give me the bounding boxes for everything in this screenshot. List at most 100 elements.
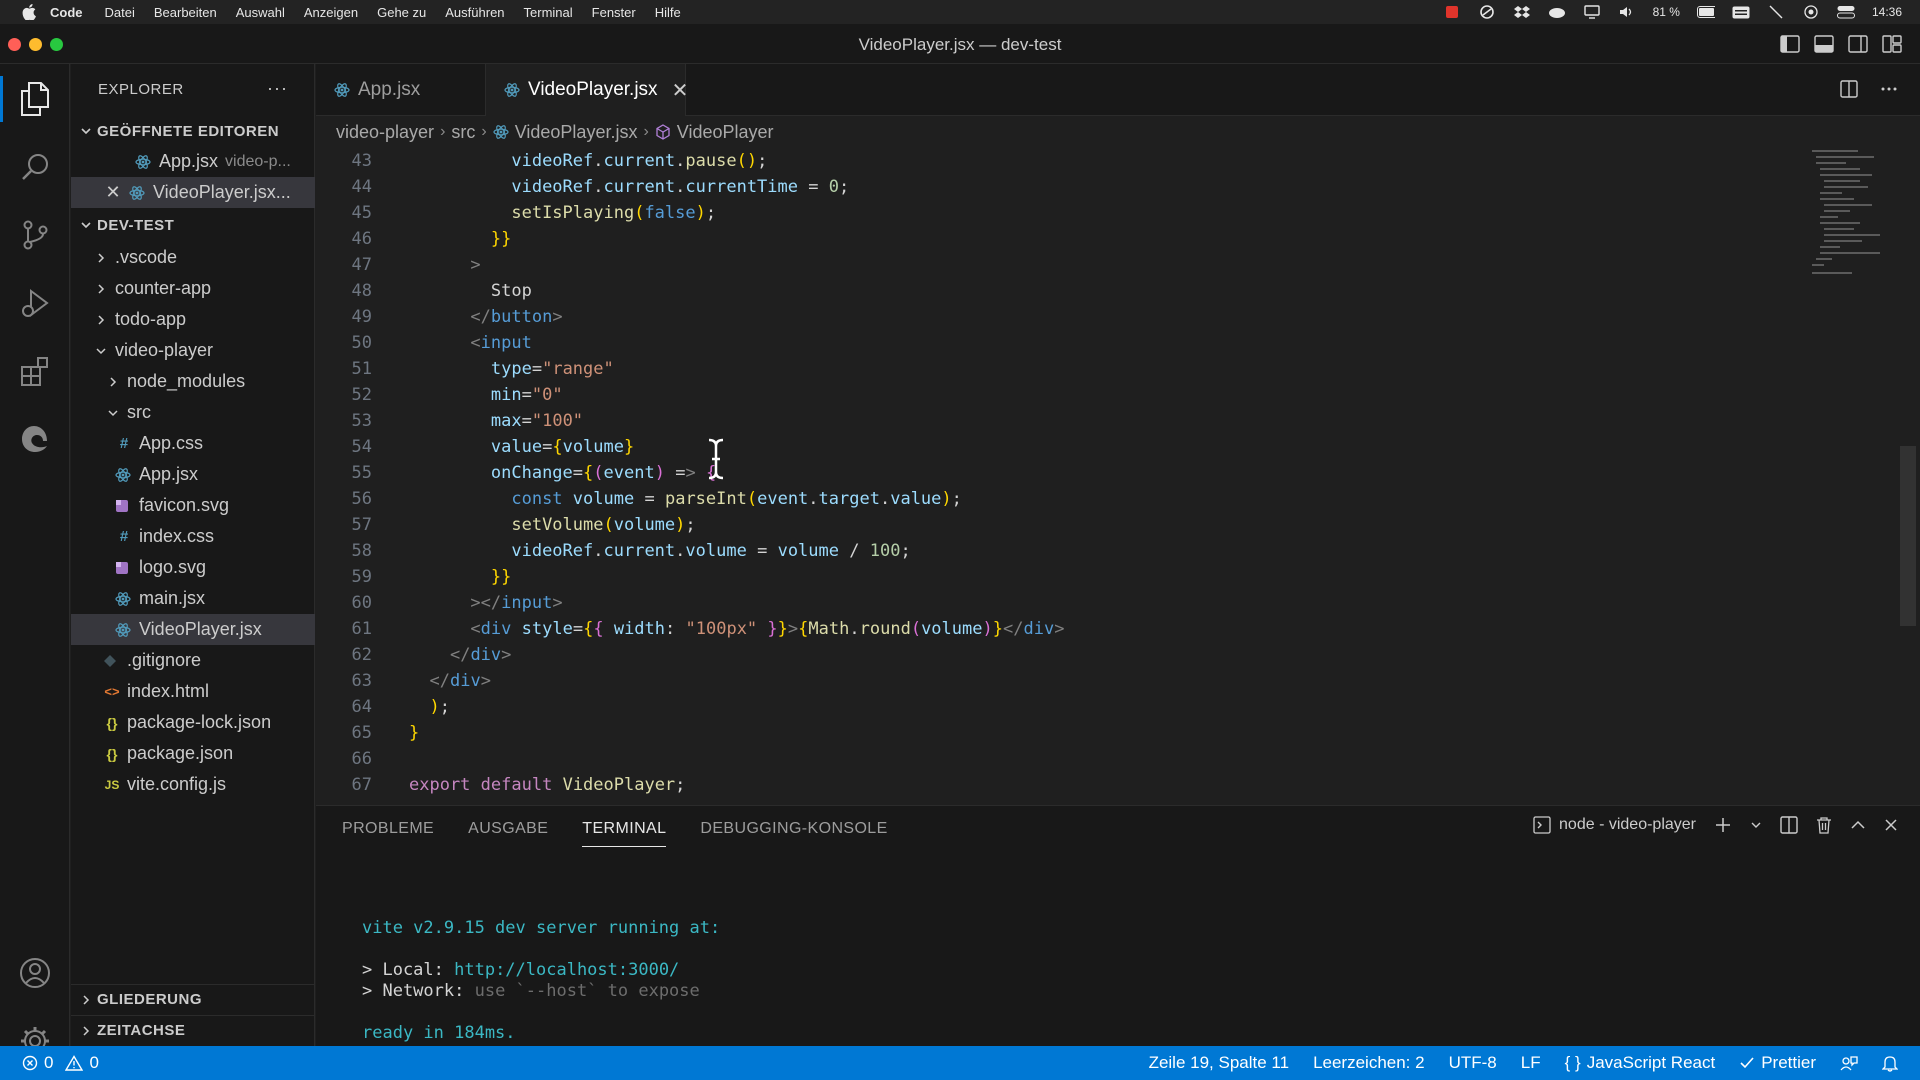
tree-file-vite-config-js[interactable]: JS vite.config.js [71,769,315,800]
code-text[interactable]: onChange={(event) => { [409,460,716,486]
code-text[interactable]: videoRef.current.pause(); [409,148,767,174]
menu-auswahl[interactable]: Auswahl [236,5,285,20]
feedback-icon[interactable] [1840,1054,1858,1072]
tree-file-package-lock-json[interactable]: {} package-lock.json [71,707,315,738]
apple-icon[interactable] [18,0,40,24]
tree-file-logo-svg[interactable]: logo.svg [71,552,315,583]
status-eol[interactable]: LF [1521,1053,1541,1073]
toggle-secondary-sidebar-icon[interactable] [1848,35,1868,53]
sync-icon[interactable] [1478,3,1496,21]
code-line[interactable]: 60 ></input> [316,590,1796,616]
tree-file-videoplayer-jsx[interactable]: VideoPlayer.jsx [71,614,315,645]
status-encoding[interactable]: UTF-8 [1449,1053,1497,1073]
keyboard-icon[interactable] [1732,3,1750,21]
code-line[interactable]: 43 videoRef.current.pause(); [316,148,1796,174]
code-text[interactable]: max="100" [409,408,583,434]
code-line[interactable]: 46 }} [316,226,1796,252]
activity-extensions[interactable] [0,340,70,402]
code-line[interactable]: 65} [316,720,1796,746]
code-text[interactable]: </div> [409,668,490,694]
code-line[interactable]: 55 onChange={(event) => { [316,460,1796,486]
tab-terminal[interactable]: TERMINAL [582,820,667,847]
tree-folder-counter-app[interactable]: counter-app [71,273,315,304]
code-line[interactable]: 52 min="0" [316,382,1796,408]
code-text[interactable]: <input [409,330,531,356]
breadcrumb-item[interactable]: video-player [336,122,434,143]
tree-folder-todo-app[interactable]: todo-app [71,304,315,335]
tree-folder-video-player[interactable]: video-player [71,335,315,366]
timeline-section-header[interactable]: ZEITACHSE [71,1015,315,1045]
open-editor-videoplayer-jsx[interactable]: ✕ VideoPlayer.jsx... [71,177,315,208]
code-text[interactable]: min="0" [409,382,563,408]
code-text[interactable]: videoRef.current.volume = volume / 100; [409,538,910,564]
code-text[interactable]: </div> [409,642,511,668]
more-actions-icon[interactable] [1880,80,1898,98]
code-line[interactable]: 59 }} [316,564,1796,590]
menu-anzeigen[interactable]: Anzeigen [304,5,358,20]
chevron-down-icon[interactable] [1750,819,1762,831]
tree-folder-src[interactable]: src [71,397,315,428]
open-editor-app-jsx[interactable]: App.jsx video-p... [71,146,315,177]
activity-source-control[interactable] [0,204,70,266]
tree-file-app-jsx[interactable]: App.jsx [71,459,315,490]
breadcrumb-item[interactable]: src [451,122,475,143]
menu-terminal[interactable]: Terminal [524,5,573,20]
code-text[interactable]: videoRef.current.currentTime = 0; [409,174,849,200]
activity-explorer[interactable] [0,68,70,130]
breadcrumb-item[interactable]: VideoPlayer.jsx [515,122,638,143]
code-line[interactable]: 50 <input [316,330,1796,356]
tab-app-jsx[interactable]: App.jsx [316,64,486,116]
tree-file-favicon-svg[interactable]: favicon.svg [71,490,315,521]
menu-gehe-zu[interactable]: Gehe zu [377,5,426,20]
project-header[interactable]: DEV-TEST [71,210,315,240]
code-text[interactable]: }} [409,564,512,590]
close-tab-icon[interactable]: ✕ [672,78,689,103]
menu-ausfuehren[interactable]: Ausführen [445,5,504,20]
minimap[interactable] [1808,148,1904,288]
tab-output[interactable]: AUSGABE [468,820,548,847]
record-icon[interactable] [1443,3,1461,21]
code-line[interactable]: 48 Stop [316,278,1796,304]
tab-problems[interactable]: PROBLEME [342,820,434,847]
battery-icon[interactable] [1696,3,1715,21]
display-icon[interactable] [1583,3,1601,21]
tab-debug-console[interactable]: DEBUGGING-KONSOLE [700,820,887,847]
status-problems[interactable]: 0 0 [22,1046,99,1080]
code-text[interactable]: Stop [409,278,532,304]
new-terminal-plus-icon[interactable] [1714,816,1732,834]
activity-search[interactable] [0,136,70,198]
tree-file-app-css[interactable]: # App.css [71,428,315,459]
menu-fenster[interactable]: Fenster [592,5,636,20]
toggle-panel-icon[interactable] [1814,35,1834,53]
code-text[interactable]: </button> [409,304,562,330]
tree-file-package-json[interactable]: {} package.json [71,738,315,769]
code-line[interactable]: 66 [316,746,1796,772]
code-line[interactable]: 57 setVolume(volume); [316,512,1796,538]
control-center-icon[interactable] [1836,3,1855,21]
menu-datei[interactable]: Datei [105,5,135,20]
code-text[interactable]: } [409,720,419,746]
code-text[interactable]: export default VideoPlayer; [409,772,685,798]
code-line[interactable]: 56 const volume = parseInt(event.target.… [316,486,1796,512]
menubar-clock[interactable]: 14:36 [1872,5,1902,19]
breadcrumb-item[interactable]: VideoPlayer [677,122,774,143]
code-text[interactable]: ); [409,694,450,720]
customize-layout-icon[interactable] [1882,35,1902,53]
code-line[interactable]: 54 value={volume} [316,434,1796,460]
tree-file-index-css[interactable]: # index.css [71,521,315,552]
code-editor[interactable]: 43 videoRef.current.pause(); 44 videoRef.… [316,148,1920,804]
volume-icon[interactable] [1618,3,1636,21]
menu-app-name[interactable]: Code [50,5,83,20]
status-language[interactable]: { } JavaScript React [1565,1053,1716,1073]
status-indentation[interactable]: Leerzeichen: 2 [1313,1053,1425,1073]
code-line[interactable]: 63 </div> [316,668,1796,694]
status-prettier[interactable]: Prettier [1739,1053,1816,1073]
code-line[interactable]: 45 setIsPlaying(false); [316,200,1796,226]
terminal-local-url[interactable]: http://localhost:3000/ [454,960,679,980]
cloud-icon[interactable] [1548,3,1566,21]
code-line[interactable]: 53 max="100" [316,408,1796,434]
activity-run-debug[interactable] [0,272,70,334]
code-text[interactable]: }} [409,226,512,252]
code-line[interactable]: 51 type="range" [316,356,1796,382]
code-text[interactable]: <div style={{ width: "100px" }}>{Math.ro… [409,616,1064,642]
